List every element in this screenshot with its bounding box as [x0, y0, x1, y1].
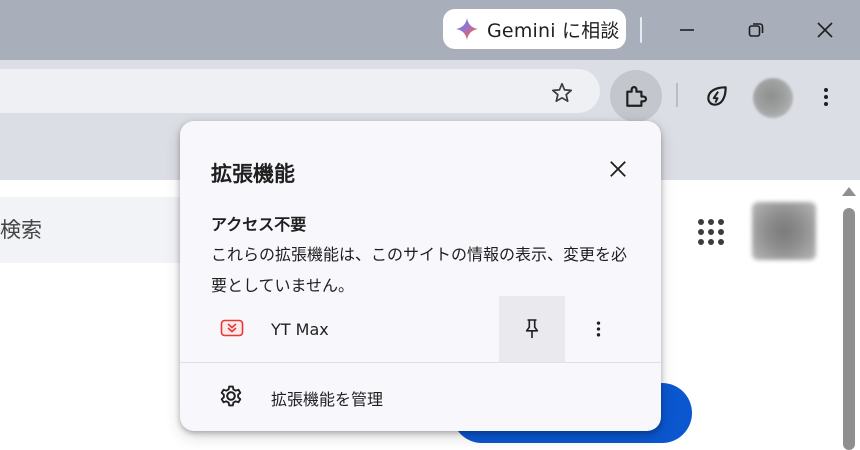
- extension-name[interactable]: YT Max: [271, 320, 329, 339]
- toolbar-separator: [676, 83, 678, 107]
- restore-button[interactable]: [738, 12, 774, 48]
- window-titlebar: Gemini に相談: [0, 0, 860, 60]
- page-search-text: 検索: [0, 218, 42, 242]
- address-bar[interactable]: [0, 69, 600, 113]
- bookmark-star-button[interactable]: [546, 77, 578, 109]
- performance-leaf-icon: [707, 86, 727, 106]
- browser-toolbar: [0, 60, 860, 122]
- profile-avatar[interactable]: [753, 78, 793, 118]
- performance-button[interactable]: [700, 79, 734, 113]
- gemini-button[interactable]: Gemini に相談: [443, 9, 626, 49]
- pin-icon: [525, 319, 539, 338]
- popup-divider: [180, 362, 661, 363]
- restore-icon: [748, 23, 764, 37]
- scroll-up-arrow-icon[interactable]: [842, 187, 856, 196]
- section-title: アクセス不要: [211, 215, 307, 234]
- more-menu-button[interactable]: [812, 82, 840, 112]
- extension-more-button[interactable]: [584, 315, 612, 343]
- titlebar-separator: [640, 17, 642, 43]
- minimize-icon: [680, 29, 694, 31]
- extensions-popup: 拡張機能 アクセス不要 これらの拡張機能は、このサイトの情報の表示、変更を必要と…: [180, 121, 661, 431]
- gemini-spark-icon: [456, 18, 478, 40]
- gemini-button-label: Gemini に相談: [487, 19, 620, 42]
- section-description: これらの拡張機能は、このサイトの情報の表示、変更を必要としていません。: [211, 245, 628, 295]
- close-icon: [817, 22, 833, 38]
- extensions-puzzle-icon: [626, 86, 648, 107]
- scrollbar-thumb[interactable]: [843, 208, 855, 450]
- close-button[interactable]: [807, 12, 843, 48]
- close-icon: [610, 161, 626, 177]
- gear-icon: [220, 385, 242, 407]
- account-avatar[interactable]: [752, 202, 816, 260]
- pin-extension-button[interactable]: [499, 296, 565, 362]
- extensions-button[interactable]: [610, 70, 662, 122]
- popup-title: 拡張機能: [211, 162, 295, 186]
- minimize-button[interactable]: [669, 12, 705, 48]
- google-apps-grid-icon[interactable]: [697, 218, 725, 246]
- more-vert-icon: [596, 321, 600, 337]
- manage-extensions-link[interactable]: 拡張機能を管理: [271, 386, 383, 410]
- yt-max-icon: [220, 319, 244, 337]
- bookmark-star-icon: [551, 82, 573, 103]
- popup-close-button[interactable]: [603, 154, 633, 184]
- more-menu-icon: [824, 88, 828, 106]
